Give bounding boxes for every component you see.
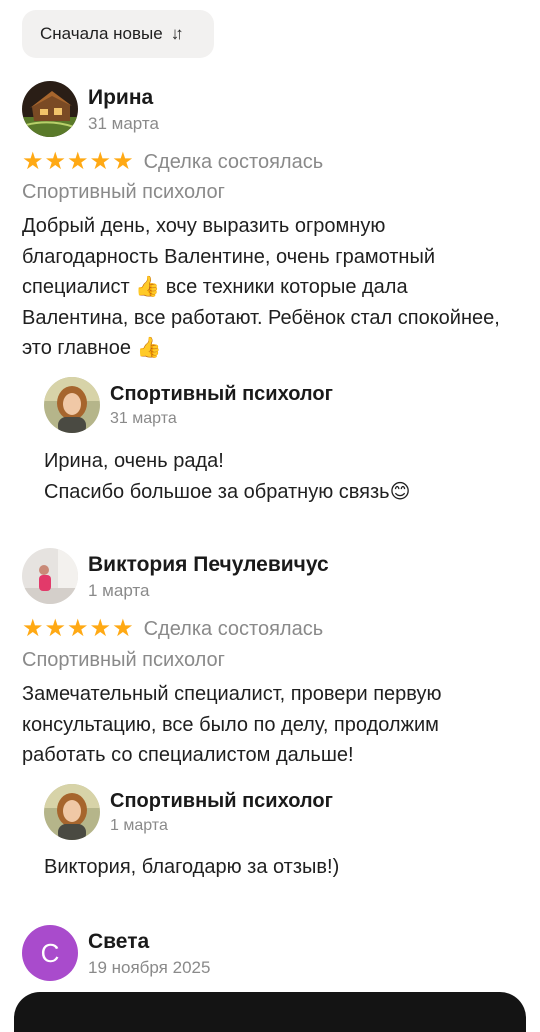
reply-text-line: Ирина, очень рада!	[44, 450, 224, 472]
star-icon: ★	[67, 615, 89, 642]
rating-row: ★ ★ ★ ★ ★ Сделка состоялась	[22, 617, 323, 641]
bottom-action-bar[interactable]	[14, 992, 526, 1032]
star-icon: ★	[112, 615, 134, 642]
review-date: 1 марта	[88, 581, 150, 600]
specialist-avatar[interactable]	[44, 377, 100, 433]
sort-arrows-icon: ↓↑	[170, 24, 184, 43]
reply-text: Ирина, очень рада! Спасибо большое за об…	[44, 446, 514, 508]
star-icon: ★	[22, 148, 44, 175]
star-icon: ★	[89, 615, 112, 642]
star-icon: ★	[67, 148, 89, 175]
service-name: Спортивный психолог	[22, 649, 225, 671]
reply-text-line: Спасибо большое за обратную связь😊	[44, 481, 411, 503]
star-rating: ★ ★ ★ ★ ★	[22, 150, 134, 174]
reply-text: Виктория, благодарю за отзыв!)	[44, 856, 340, 878]
review-text: Добрый день, хочу выразить огромную благ…	[22, 215, 500, 359]
deal-status: Сделка состоялась	[143, 617, 324, 640]
review-date: 19 ноября 2025	[88, 958, 211, 977]
avatar-letter: С	[40, 937, 60, 968]
service-name: Спортивный психолог	[22, 181, 225, 203]
avatar[interactable]	[22, 81, 78, 137]
review-text: Замечательный специалист, провери первую…	[22, 683, 442, 766]
review-author: Ирина	[88, 86, 154, 109]
sort-button[interactable]: Сначала новые ↓↑	[22, 10, 214, 58]
reply-author: Спортивный психолог	[110, 383, 333, 405]
star-icon: ★	[89, 148, 112, 175]
avatar[interactable]	[22, 548, 78, 604]
star-rating: ★ ★ ★ ★ ★	[22, 617, 134, 641]
review-date: 31 марта	[88, 114, 159, 133]
specialist-avatar[interactable]	[44, 784, 100, 840]
rating-row: ★ ★ ★ ★ ★ Сделка состоялась	[22, 150, 323, 174]
star-icon: ★	[44, 615, 67, 642]
star-icon: ★	[44, 148, 67, 175]
reply-date: 31 марта	[110, 410, 177, 427]
reply-author: Спортивный психолог	[110, 790, 333, 812]
avatar[interactable]: С	[22, 925, 78, 981]
review-author: Света	[88, 930, 150, 953]
reply-date: 1 марта	[110, 817, 168, 834]
star-icon: ★	[22, 615, 44, 642]
review-author: Виктория Печулевичус	[88, 553, 329, 576]
star-icon: ★	[112, 148, 134, 175]
sort-label: Сначала новые	[40, 24, 163, 43]
deal-status: Сделка состоялась	[143, 150, 324, 173]
